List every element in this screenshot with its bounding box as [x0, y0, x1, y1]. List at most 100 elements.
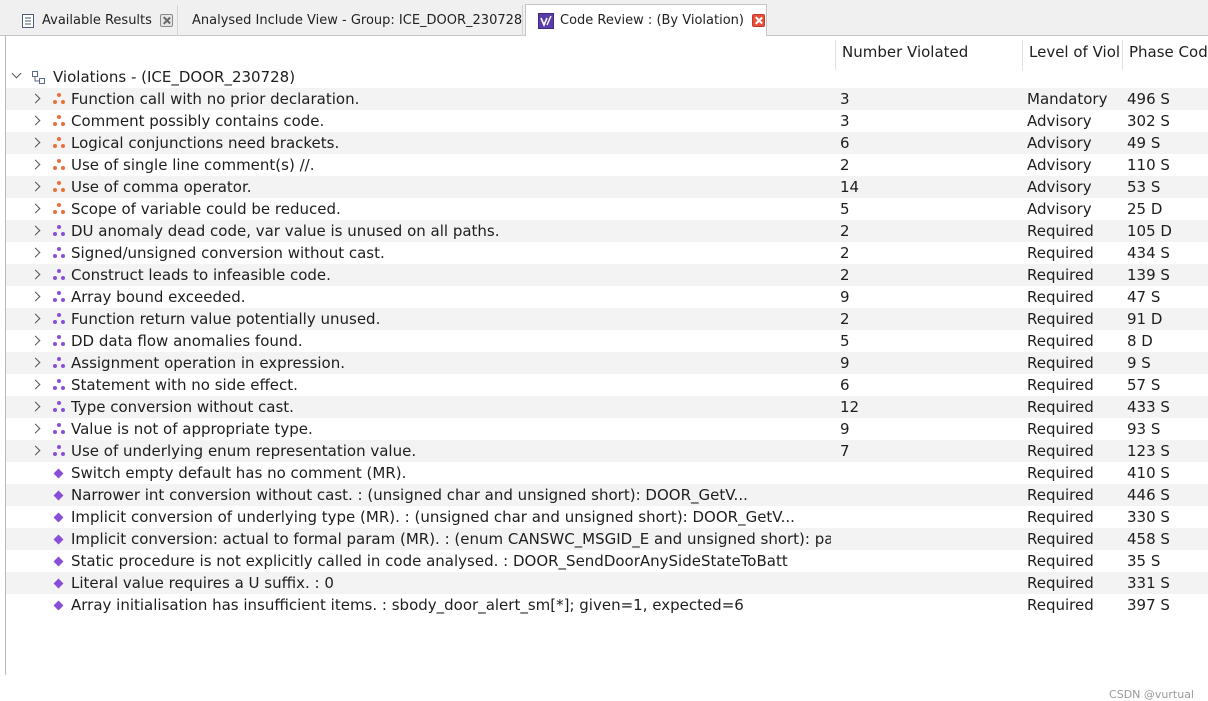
violation-count: 12 — [840, 398, 860, 416]
chevron-right-icon[interactable] — [30, 203, 41, 214]
violation-row[interactable]: Scope of variable could be reduced. 5 Advi… — [6, 198, 1208, 220]
violation-count — [840, 550, 1020, 572]
violation-count: 3 — [840, 112, 850, 130]
phase-code: 302 S — [1127, 112, 1170, 130]
violation-row[interactable]: Use of underlying enum representation va… — [6, 440, 1208, 462]
violation-row[interactable]: Logical conjunctions need brackets. 6 Advi… — [6, 132, 1208, 154]
chevron-right-icon[interactable] — [30, 357, 41, 368]
violation-row[interactable]: Signed/unsigned conversion without cast.… — [6, 242, 1208, 264]
hierarchy-icon — [31, 69, 46, 84]
violation-row[interactable]: Function call with no prior declaration.… — [6, 88, 1208, 110]
violation-row[interactable]: Switch empty default has no comment (MR)… — [6, 462, 1208, 484]
violation-row[interactable]: Literal value requires a U suffix. : 0 Re… — [6, 572, 1208, 594]
editor-tab-bar: Available Results Analysed Include View … — [0, 0, 1208, 36]
violation-row[interactable]: Statement with no side effect. 6 Required 5… — [6, 374, 1208, 396]
violation-row[interactable]: DD data flow anomalies found. 5 Required 8 … — [6, 330, 1208, 352]
phase-code: 139 S — [1127, 266, 1170, 284]
violation-level: Required — [1027, 486, 1094, 504]
phase-code: 35 S — [1127, 552, 1161, 570]
violation-name: Assignment operation in expression. — [71, 354, 345, 372]
chevron-right-icon[interactable] — [30, 379, 41, 390]
violation-count: 9 — [840, 420, 850, 438]
violation-row[interactable]: Implicit conversion of underlying type (… — [6, 506, 1208, 528]
violation-count: 2 — [840, 244, 850, 262]
violation-level: Advisory — [1027, 134, 1092, 152]
violation-name: Implicit conversion: actual to formal pa… — [71, 530, 831, 548]
violation-level: Required — [1027, 266, 1094, 284]
advisory-violation-icon — [53, 181, 65, 193]
advisory-violation-icon — [53, 203, 65, 215]
violation-row[interactable]: Array initialisation has insufficient it… — [6, 594, 1208, 616]
violation-count: 2 — [840, 156, 850, 174]
violation-count: 5 — [840, 200, 850, 218]
violation-name: Value is not of appropriate type. — [71, 420, 313, 438]
chevron-right-icon[interactable] — [30, 247, 41, 258]
required-violation-icon — [53, 401, 65, 413]
violations-tree-table: Number Violated Level of Viol Phase Code… — [5, 36, 1208, 701]
required-violation-icon — [53, 291, 65, 303]
tree-root-row[interactable]: Violations - (ICE_DOOR_230728) — [6, 66, 1208, 88]
chevron-right-icon[interactable] — [30, 181, 41, 192]
violation-row[interactable]: DU anomaly dead code, var value is unuse… — [6, 220, 1208, 242]
tab-code-review[interactable]: Code Review : (By Violation) — [525, 4, 767, 36]
phase-code: 25 D — [1127, 200, 1163, 218]
results-list-icon — [20, 13, 36, 29]
violation-instance-icon — [53, 600, 64, 611]
violation-name: Function return value potentially unused… — [71, 310, 381, 328]
chevron-right-icon[interactable] — [30, 115, 41, 126]
violation-name: Signed/unsigned conversion without cast. — [71, 244, 385, 262]
violation-name: Type conversion without cast. — [71, 398, 294, 416]
tab-available-results[interactable]: Available Results — [8, 5, 178, 36]
close-icon[interactable] — [751, 14, 765, 27]
chevron-right-icon[interactable] — [30, 335, 41, 346]
violation-count: 9 — [840, 354, 850, 372]
phase-code: 331 S — [1127, 574, 1170, 592]
violation-level: Mandatory — [1027, 90, 1108, 108]
violation-count: 2 — [840, 266, 850, 284]
phase-code: 433 S — [1127, 398, 1170, 416]
violation-level: Required — [1027, 442, 1094, 460]
violation-row[interactable]: Static procedure is not explicitly calle… — [6, 550, 1208, 572]
violation-level: Required — [1027, 596, 1094, 614]
violation-row[interactable]: Construct leads to infeasible code. 2 Requ… — [6, 264, 1208, 286]
violation-count — [840, 484, 1020, 506]
violation-row[interactable]: Use of comma operator. 14 Advisory 53 S — [6, 176, 1208, 198]
violation-instance-icon — [53, 512, 64, 523]
phase-code: 47 S — [1127, 288, 1161, 306]
phase-code: 57 S — [1127, 376, 1161, 394]
violation-count: 2 — [840, 310, 850, 328]
chevron-down-icon[interactable] — [11, 68, 22, 79]
violation-name: Comment possibly contains code. — [71, 112, 325, 130]
violation-count: 6 — [840, 134, 850, 152]
violation-row[interactable]: Implicit conversion: actual to formal pa… — [6, 528, 1208, 550]
violation-row[interactable]: Narrower int conversion without cast. : … — [6, 484, 1208, 506]
phase-code: 330 S — [1127, 508, 1170, 526]
phase-code: 91 D — [1127, 310, 1163, 328]
violation-instance-icon — [53, 578, 64, 589]
violation-row[interactable]: Assignment operation in expression. 9 Requ… — [6, 352, 1208, 374]
chevron-right-icon[interactable] — [30, 269, 41, 280]
chevron-right-icon[interactable] — [30, 137, 41, 148]
tab-label: Code Review : (By Violation) — [560, 13, 744, 28]
violation-row[interactable]: Function return value potentially unused… — [6, 308, 1208, 330]
violation-row[interactable]: Array bound exceeded. 9 Required 47 S — [6, 286, 1208, 308]
phase-code: 49 S — [1127, 134, 1161, 152]
chevron-right-icon[interactable] — [30, 401, 41, 412]
chevron-right-icon[interactable] — [30, 313, 41, 324]
chevron-right-icon[interactable] — [30, 225, 41, 236]
tab-analysed-include-view[interactable]: Analysed Include View - Group: ICE_DOOR_… — [178, 5, 533, 36]
violation-count — [840, 528, 1020, 550]
chevron-right-icon[interactable] — [30, 423, 41, 434]
chevron-right-icon[interactable] — [30, 291, 41, 302]
violation-row[interactable]: Comment possibly contains code. 3 Advisory… — [6, 110, 1208, 132]
required-violation-icon — [53, 357, 65, 369]
phase-code: 123 S — [1127, 442, 1170, 460]
violation-row[interactable]: Value is not of appropriate type. 9 Requir… — [6, 418, 1208, 440]
chevron-right-icon[interactable] — [30, 159, 41, 170]
chevron-right-icon[interactable] — [30, 445, 41, 456]
close-icon[interactable] — [159, 14, 173, 27]
violation-instance-icon — [53, 468, 64, 479]
chevron-right-icon[interactable] — [30, 93, 41, 104]
violation-row[interactable]: Use of single line comment(s) //. 2 Adviso… — [6, 154, 1208, 176]
violation-row[interactable]: Type conversion without cast. 12 Required 4… — [6, 396, 1208, 418]
